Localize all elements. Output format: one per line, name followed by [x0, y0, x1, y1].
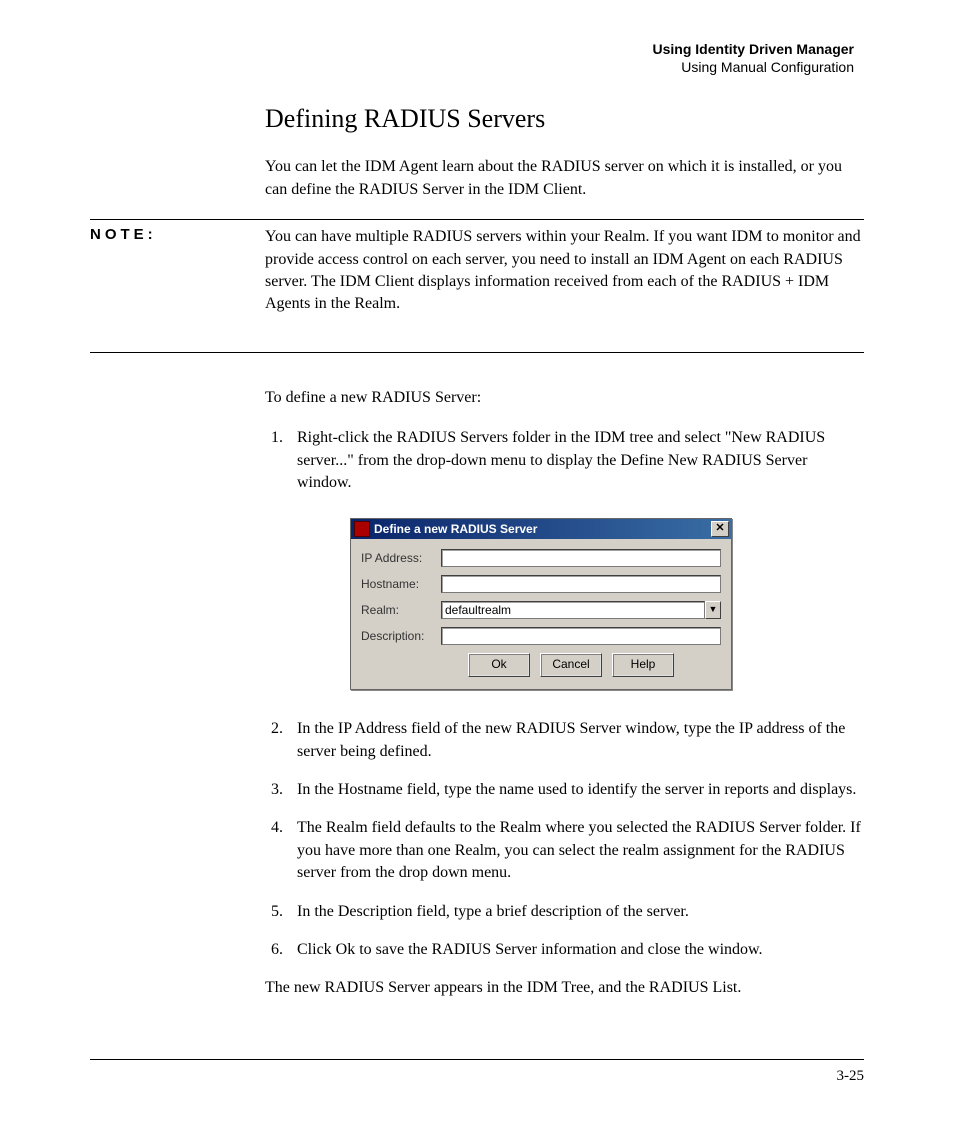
- header-line-2: Using Manual Configuration: [90, 58, 854, 76]
- step-5: In the Description field, type a brief d…: [287, 901, 864, 923]
- running-header: Using Identity Driven Manager Using Manu…: [90, 40, 864, 76]
- steps-list-b: In the IP Address field of the new RADIU…: [265, 718, 864, 961]
- dialog-title: Define a new RADIUS Server: [374, 522, 711, 536]
- section-title: Defining RADIUS Servers: [265, 104, 864, 134]
- dialog-button-row: Ok Cancel Help: [361, 653, 721, 677]
- procedure-lead: To define a new RADIUS Server:: [265, 387, 864, 409]
- note-body: You can have multiple RADIUS servers wit…: [265, 220, 864, 322]
- note-rule-bottom: [90, 352, 864, 353]
- step-1: Right-click the RADIUS Servers folder in…: [287, 427, 864, 494]
- closing-paragraph: The new RADIUS Server appears in the IDM…: [265, 977, 864, 999]
- hostname-field[interactable]: [441, 575, 721, 593]
- row-ip: IP Address:: [361, 549, 721, 567]
- label-description: Description:: [361, 629, 441, 643]
- note-block: NOTE: You can have multiple RADIUS serve…: [90, 220, 864, 322]
- label-hostname: Hostname:: [361, 577, 441, 591]
- label-ip: IP Address:: [361, 551, 441, 565]
- step-2: In the IP Address field of the new RADIU…: [287, 718, 864, 763]
- close-button[interactable]: ✕: [711, 521, 729, 537]
- row-hostname: Hostname:: [361, 575, 721, 593]
- realm-combo[interactable]: defaultrealm ▼: [441, 601, 721, 619]
- step-4: The Realm field defaults to the Realm wh…: [287, 817, 864, 884]
- header-line-1: Using Identity Driven Manager: [90, 40, 854, 58]
- page-footer: 3-25: [90, 1059, 864, 1085]
- define-radius-dialog: Define a new RADIUS Server ✕ IP Address:…: [350, 518, 732, 690]
- procedure-block: To define a new RADIUS Server: Right-cli…: [265, 387, 864, 1000]
- dialog-screenshot: Define a new RADIUS Server ✕ IP Address:…: [350, 518, 864, 690]
- cancel-button[interactable]: Cancel: [540, 653, 602, 677]
- intro-paragraph: You can let the IDM Agent learn about th…: [265, 156, 864, 201]
- step-3: In the Hostname field, type the name use…: [287, 779, 864, 801]
- row-realm: Realm: defaultrealm ▼: [361, 601, 721, 619]
- steps-list-a: Right-click the RADIUS Servers folder in…: [265, 427, 864, 494]
- note-label: NOTE:: [90, 226, 157, 243]
- dialog-body: IP Address: Hostname: Realm: defaultreal…: [351, 539, 731, 689]
- step-6: Click Ok to save the RADIUS Server infor…: [287, 939, 864, 961]
- dialog-titlebar: Define a new RADIUS Server ✕: [351, 519, 731, 539]
- page: Using Identity Driven Manager Using Manu…: [0, 0, 954, 1115]
- ok-button[interactable]: Ok: [468, 653, 530, 677]
- ip-address-field[interactable]: [441, 549, 721, 567]
- realm-field[interactable]: defaultrealm: [441, 601, 705, 619]
- row-description: Description:: [361, 627, 721, 645]
- description-field[interactable]: [441, 627, 721, 645]
- chevron-down-icon[interactable]: ▼: [705, 601, 721, 619]
- main-content: Defining RADIUS Servers You can let the …: [265, 104, 864, 201]
- page-number: 3-25: [837, 1068, 865, 1084]
- label-realm: Realm:: [361, 603, 441, 617]
- help-button[interactable]: Help: [612, 653, 674, 677]
- app-icon: [354, 521, 370, 537]
